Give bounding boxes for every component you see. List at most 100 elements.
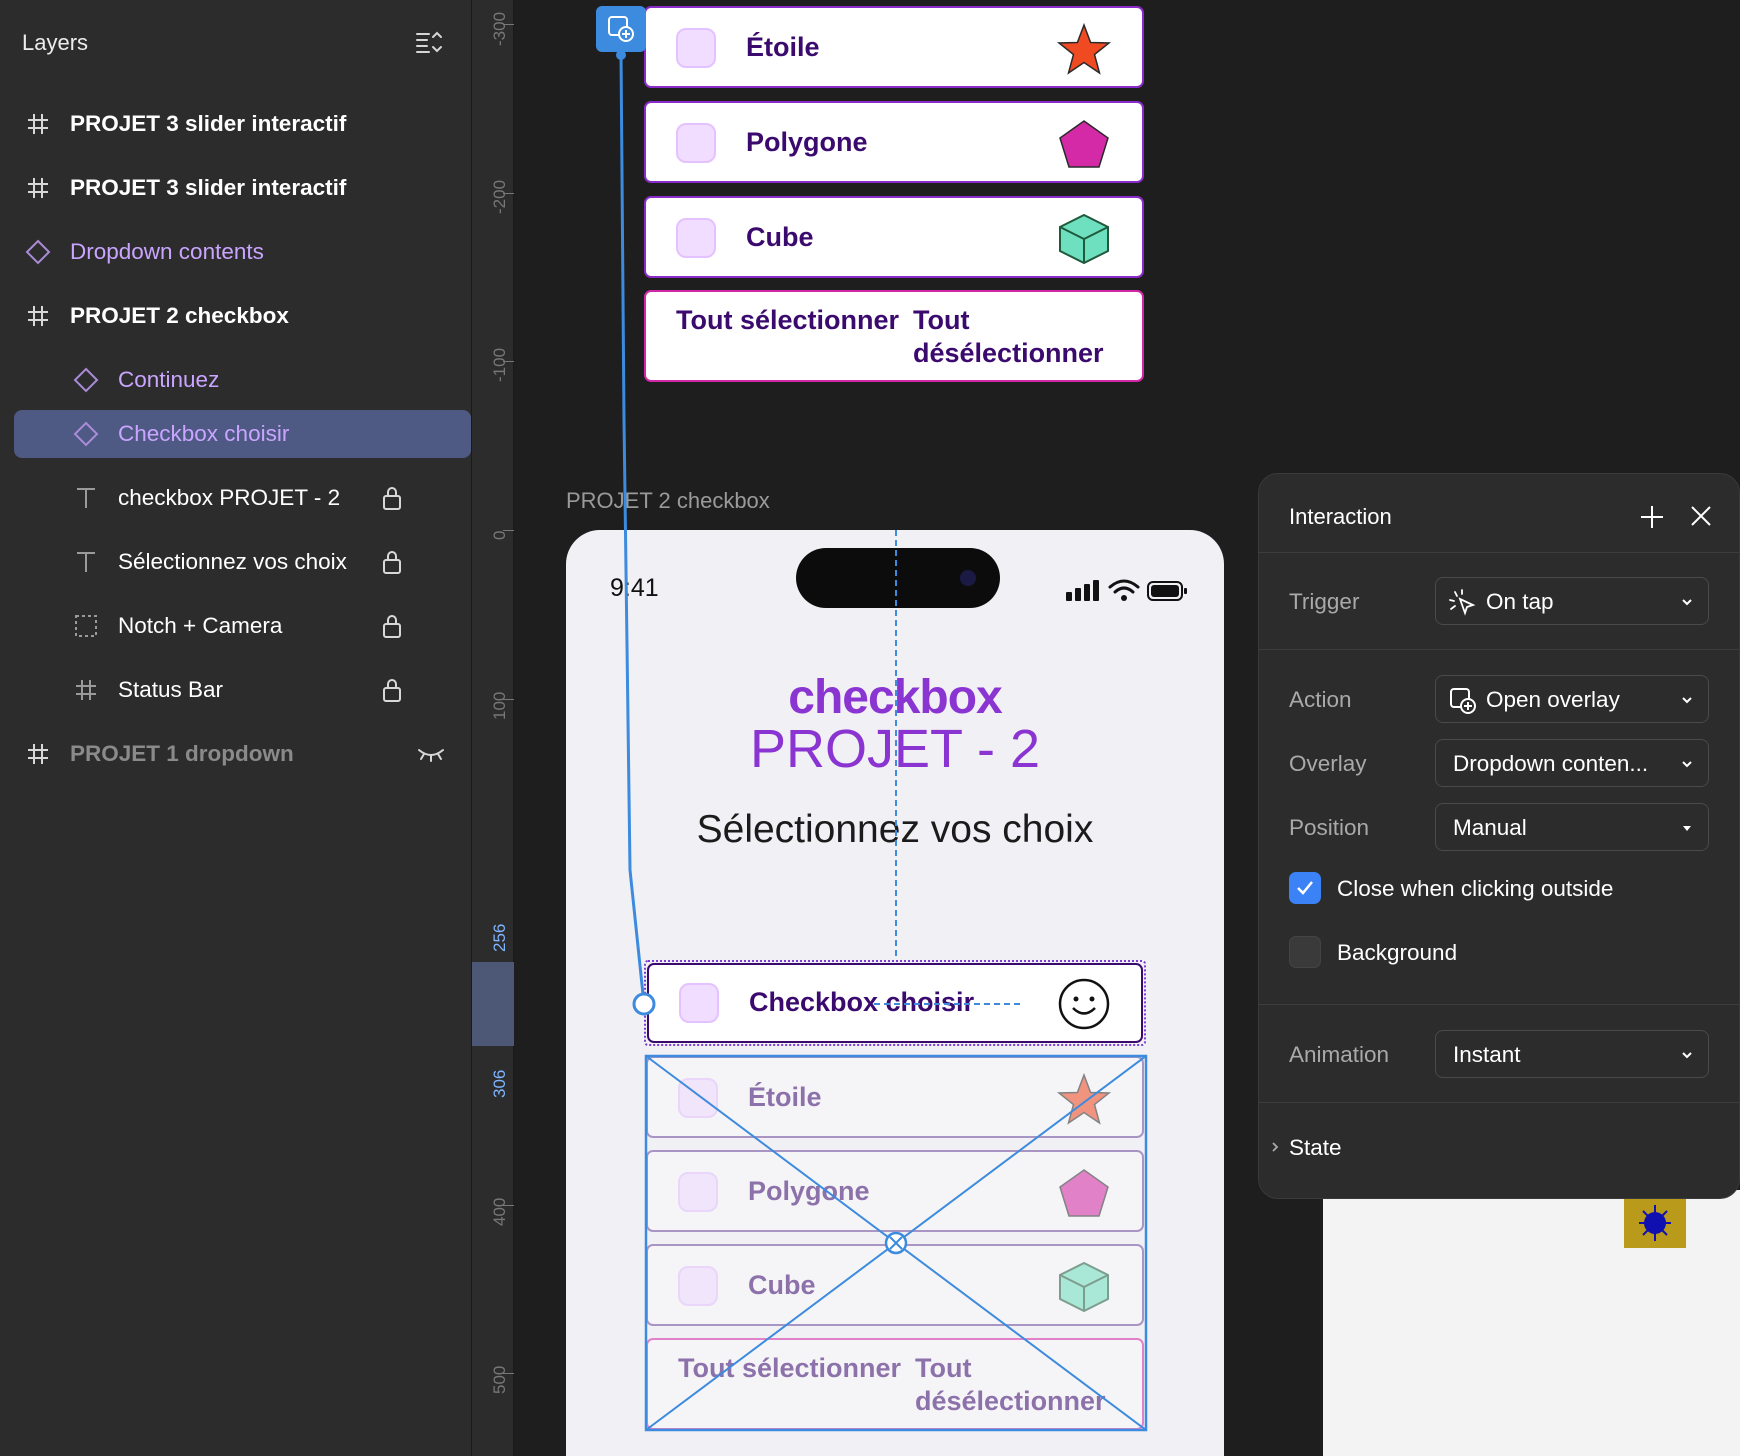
- deselect-all-button[interactable]: Tout désélectionner: [915, 1352, 1142, 1418]
- lock-icon[interactable]: [380, 549, 404, 575]
- trigger-value: On tap: [1486, 589, 1554, 614]
- dynamic-island: [796, 548, 1000, 608]
- open-overlay-icon: [1450, 688, 1476, 714]
- close-outside-label: Close when clicking outside: [1337, 876, 1614, 901]
- interaction-title: Interaction: [1289, 504, 1392, 529]
- layer-item-projet3-slider[interactable]: PROJET 3 slider interactif: [14, 100, 471, 148]
- overlay-value: Dropdown conten...: [1453, 751, 1649, 776]
- hidden-eye-icon[interactable]: [416, 744, 446, 764]
- divider: [1259, 649, 1739, 650]
- sun-icon: [1639, 1205, 1671, 1241]
- checkbox: [676, 28, 716, 68]
- lock-icon[interactable]: [380, 613, 404, 639]
- tap-icon: [1449, 589, 1476, 616]
- layer-item-projet1-dropdown[interactable]: PROJET 1 dropdown: [14, 730, 471, 778]
- layer-label: Dropdown contents: [70, 239, 264, 264]
- action-label: Action: [1289, 687, 1352, 712]
- select-all-button[interactable]: Tout sélectionner: [678, 1352, 901, 1385]
- chevron-down-icon: [1683, 826, 1691, 831]
- ruler-label: 0: [490, 530, 509, 540]
- chevron-down-icon: [1682, 761, 1692, 768]
- text-icon: [77, 552, 95, 572]
- layer-label: Continuez: [118, 367, 220, 392]
- position-value: Manual: [1453, 815, 1527, 840]
- select-all-button[interactable]: Tout sélectionner: [676, 304, 899, 337]
- layer-item-status-bar[interactable]: Status Bar: [14, 666, 471, 714]
- ruler-label: 400: [490, 1197, 509, 1226]
- layer-label: checkbox PROJET - 2: [118, 485, 341, 510]
- frame-item-etoile[interactable]: Étoile: [646, 1056, 1144, 1138]
- ruler-label: -300: [490, 11, 509, 46]
- layer-item-selectionnez[interactable]: Sélectionnez vos choix: [14, 538, 471, 586]
- status-icons: [1066, 579, 1187, 601]
- interaction-panel: Interaction Trigger On tap Action Open o…: [1258, 473, 1740, 1199]
- trigger-dropdown[interactable]: On tap: [1435, 577, 1709, 625]
- overlay-select-buttons: Tout sélectionner Tout désélectionner: [644, 290, 1144, 382]
- frame-icon: [76, 680, 96, 700]
- text-icon: [77, 488, 95, 508]
- ruler-label-selection-end: 306: [490, 1069, 509, 1098]
- frame-label[interactable]: PROJET 2 checkbox: [566, 488, 770, 514]
- add-icon[interactable]: [1639, 504, 1665, 530]
- ruler-label: -100: [490, 347, 509, 382]
- background-label: Background: [1337, 940, 1458, 965]
- layer-label: Checkbox choisir: [118, 421, 290, 446]
- layer-item-checkbox-projet-2[interactable]: checkbox PROJET - 2: [14, 474, 471, 522]
- animation-value: Instant: [1453, 1042, 1521, 1067]
- collapse-layers-icon[interactable]: [414, 28, 444, 56]
- star-icon: [1056, 22, 1112, 75]
- state-section[interactable]: State: [1259, 1114, 1739, 1184]
- vertical-ruler: -300 -200 -100 0 100 256 306 400 500: [472, 0, 514, 1456]
- layer-item-projet2-checkbox[interactable]: PROJET 2 checkbox: [14, 292, 471, 340]
- ruler-selection-band: [472, 962, 514, 1046]
- deselect-all-button[interactable]: Tout désélectionner: [913, 304, 1142, 370]
- position-label: Position: [1289, 815, 1370, 840]
- star-icon: [1056, 1072, 1112, 1125]
- lock-icon[interactable]: [380, 485, 404, 511]
- pentagon-icon: [1059, 120, 1109, 168]
- animation-dropdown[interactable]: Instant: [1435, 1030, 1709, 1078]
- item-label: Cube: [748, 1270, 816, 1300]
- item-label: Cube: [746, 222, 814, 252]
- position-dropdown[interactable]: Manual: [1435, 803, 1709, 851]
- overlay-item-polygone[interactable]: Polygone: [644, 101, 1144, 183]
- overlay-item-cube[interactable]: Cube: [644, 196, 1144, 278]
- action-value: Open overlay: [1486, 687, 1620, 712]
- cube-icon: [1059, 1261, 1109, 1313]
- lock-icon[interactable]: [380, 677, 404, 703]
- chevron-down-icon: [1682, 697, 1692, 704]
- overlay-connection-badge[interactable]: [596, 6, 646, 52]
- layer-item-checkbox-choisir[interactable]: Checkbox choisir: [14, 410, 471, 458]
- trigger-label: Trigger: [1289, 589, 1360, 614]
- frame-select-buttons: Tout sélectionner Tout désélectionner: [646, 1338, 1144, 1430]
- overlay-item-etoile[interactable]: Étoile: [644, 6, 1144, 88]
- close-outside-checkbox[interactable]: [1289, 872, 1321, 904]
- layer-label: Status Bar: [118, 677, 224, 702]
- pentagon-icon: [1059, 1169, 1109, 1217]
- checkbox: [678, 1078, 718, 1118]
- checkbox-choisir-item[interactable]: Checkbox choisir: [647, 963, 1143, 1043]
- layer-item-notch-camera[interactable]: Notch + Camera: [14, 602, 471, 650]
- check-icon: [1297, 881, 1313, 895]
- checkbox: [676, 218, 716, 258]
- frame-icon: [28, 114, 48, 134]
- overlay-dropdown[interactable]: Dropdown conten...: [1435, 739, 1709, 787]
- layer-item-continuez[interactable]: Continuez: [14, 356, 471, 404]
- layer-label: PROJET 1 dropdown: [70, 741, 294, 766]
- divider: [1259, 1102, 1739, 1103]
- action-dropdown[interactable]: Open overlay: [1435, 675, 1709, 723]
- animation-label: Animation: [1289, 1042, 1390, 1067]
- layer-item-projet3-slider-2[interactable]: PROJET 3 slider interactif: [14, 164, 471, 212]
- close-icon[interactable]: [1689, 504, 1713, 528]
- ruler-label: -200: [490, 179, 509, 214]
- background-checkbox[interactable]: [1289, 936, 1321, 968]
- layer-item-dropdown-contents[interactable]: Dropdown contents: [14, 228, 471, 276]
- component-icon: [25, 239, 51, 265]
- layer-label: PROJET 3 slider interactif: [70, 175, 347, 200]
- sun-thumbnail: [1624, 1198, 1686, 1248]
- frame-item-cube[interactable]: Cube: [646, 1244, 1144, 1326]
- chevron-right-icon: [1272, 1142, 1279, 1152]
- checkbox: [679, 983, 719, 1023]
- component-icon: [73, 367, 99, 393]
- frame-item-polygone[interactable]: Polygone: [646, 1150, 1144, 1232]
